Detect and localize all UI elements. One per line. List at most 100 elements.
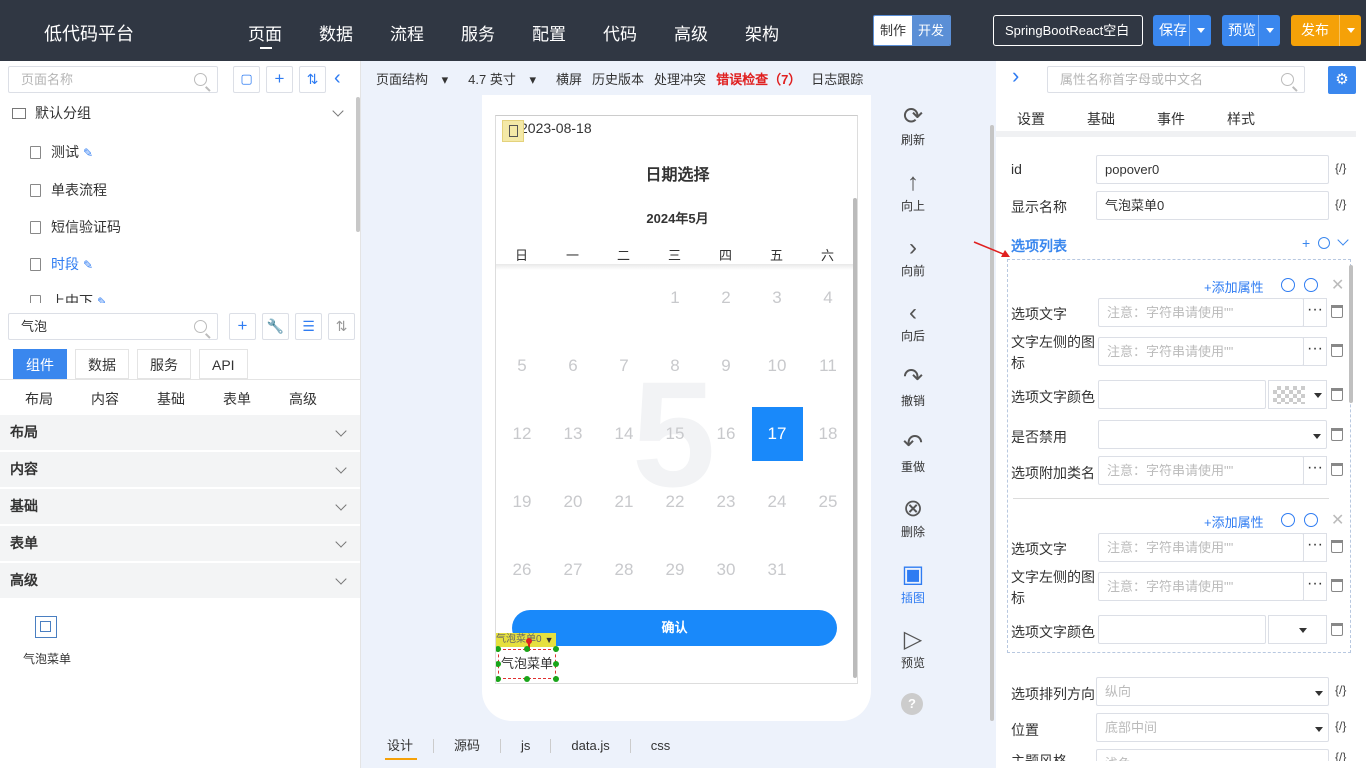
subtab-content[interactable]: 内容 (91, 389, 157, 409)
nav-flow[interactable]: 流程 (390, 20, 424, 45)
option-menu-icon[interactable] (1318, 237, 1330, 249)
calendar-day[interactable]: 24 (752, 475, 803, 529)
text-color-input[interactable] (1098, 380, 1266, 409)
class-name-input[interactable]: 注意：字符串请使用"" (1098, 456, 1304, 485)
subtab-advanced[interactable]: 高级 (289, 389, 355, 409)
trash-icon[interactable] (1331, 540, 1343, 553)
edit-icon[interactable]: ✎ (83, 258, 93, 272)
nav-advanced[interactable]: 高级 (674, 20, 708, 45)
calendar-day[interactable]: 21 (599, 475, 650, 529)
tab-components[interactable]: 组件 (13, 349, 67, 379)
nav-service[interactable]: 服务 (461, 20, 495, 45)
option-text-input[interactable]: 注意：字符串请使用"" (1098, 298, 1304, 327)
component-search-input[interactable]: 气泡 (8, 313, 218, 340)
code-toggle[interactable]: {/} (1335, 683, 1346, 697)
code-toggle[interactable]: {/} (1335, 750, 1346, 761)
close-icon[interactable]: ✕ (1331, 510, 1344, 530)
tab-js[interactable]: js (501, 739, 552, 753)
more-icon[interactable]: ··· (1303, 533, 1327, 562)
code-toggle[interactable]: {/} (1335, 197, 1346, 211)
wrench-icon[interactable]: 🔧 (262, 313, 289, 340)
tab-source[interactable]: 源码 (434, 739, 502, 753)
save-button[interactable]: 保存 (1153, 15, 1211, 46)
calendar-day[interactable]: 4 (803, 271, 854, 325)
nav-architecture[interactable]: 架构 (745, 20, 779, 45)
calendar-day[interactable]: 15 (650, 407, 701, 461)
options-scrollbar[interactable] (1349, 265, 1353, 403)
landscape-button[interactable]: 横屏 (556, 69, 582, 88)
list-sort-icon[interactable]: ☰ (295, 313, 322, 340)
calendar-day[interactable]: 8 (650, 339, 701, 393)
calendar-day[interactable]: 19 (497, 475, 548, 529)
resize-handle[interactable] (524, 646, 530, 652)
add-page-button[interactable]: + (266, 66, 293, 93)
calendar-day[interactable]: 22 (650, 475, 701, 529)
tool-insert-image[interactable]: ▣ 插图 (889, 561, 937, 606)
popover-component-label[interactable]: 气泡菜单 (23, 650, 71, 667)
page-list-scrollbar[interactable] (356, 97, 360, 232)
more-icon[interactable]: ··· (1303, 298, 1327, 327)
close-icon[interactable]: ✕ (1331, 275, 1344, 295)
calendar-day[interactable]: 6 (548, 339, 599, 393)
code-toggle[interactable]: {/} (1335, 161, 1346, 175)
page-item[interactable]: 短信验证码 (30, 217, 121, 237)
log-trace-button[interactable]: 日志跟踪 (811, 69, 863, 88)
tab-data[interactable]: 数据 (75, 349, 129, 379)
add-component-button[interactable]: + (229, 313, 256, 340)
popover-component-icon[interactable] (35, 616, 57, 638)
collapse-left-icon[interactable]: ‹ (334, 67, 341, 90)
tool-delete[interactable]: ⊗ 删除 (889, 495, 937, 540)
publish-dropdown-icon[interactable] (1339, 15, 1361, 46)
resize-handle[interactable] (553, 676, 559, 682)
trash-icon[interactable] (1331, 305, 1343, 318)
tab-settings[interactable]: 设置 (1017, 109, 1087, 129)
resize-handle[interactable] (496, 646, 501, 652)
more-icon[interactable]: ··· (1303, 572, 1327, 601)
page-item[interactable]: 单表流程 (30, 180, 107, 200)
tab-style[interactable]: 样式 (1227, 109, 1297, 129)
nav-config[interactable]: 配置 (532, 20, 566, 45)
calendar-day[interactable]: 5 (497, 339, 548, 393)
calendar-day[interactable]: 7 (599, 339, 650, 393)
tab-design[interactable]: 设计 (387, 739, 435, 753)
theme-select[interactable]: 浅色 (1096, 749, 1329, 761)
conflict-button[interactable]: 处理冲突 (654, 69, 706, 88)
calendar-day[interactable]: 18 (803, 407, 854, 461)
help-icon[interactable]: ? (901, 693, 923, 715)
calendar-day[interactable]: 23 (701, 475, 752, 529)
tool-preview[interactable]: ▷ 预览 (889, 626, 937, 671)
calendar-day[interactable]: 30 (701, 543, 752, 597)
move-down-icon[interactable] (1304, 513, 1318, 527)
section-form[interactable]: 表单 (0, 526, 360, 561)
subtab-form[interactable]: 表单 (223, 389, 289, 409)
nav-data[interactable]: 数据 (319, 20, 353, 45)
section-content[interactable]: 内容 (0, 452, 360, 487)
calendar-day[interactable]: 1 (650, 271, 701, 325)
section-basic[interactable]: 基础 (0, 489, 360, 524)
error-check-button[interactable]: 错误检查（7） (716, 69, 801, 88)
nav-code[interactable]: 代码 (603, 20, 637, 45)
mode-dev[interactable]: 开发 (912, 16, 950, 45)
move-up-icon[interactable] (1281, 278, 1295, 292)
page-item[interactable]: 上中下 ✎ (30, 291, 107, 303)
resize-handle[interactable] (496, 676, 501, 682)
calendar-day[interactable]: 31 (752, 543, 803, 597)
more-icon[interactable]: ··· (1303, 337, 1327, 366)
page-structure-button[interactable]: 页面结构 ▾ (376, 69, 458, 88)
calendar-day[interactable]: 26 (497, 543, 548, 597)
trash-icon[interactable] (1331, 388, 1343, 401)
trash-icon[interactable] (1331, 579, 1343, 592)
calendar-day[interactable]: 10 (752, 339, 803, 393)
id-input[interactable]: popover0 (1096, 155, 1329, 184)
calendar-day[interactable]: 25 (803, 475, 854, 529)
screen-size-select[interactable]: 4.7 英寸 ▾ (468, 69, 546, 88)
resize-handle[interactable] (524, 676, 530, 682)
calendar-day[interactable]: 9 (701, 339, 752, 393)
calendar-day[interactable]: 12 (497, 407, 548, 461)
tool-redo[interactable]: ↶ 重做 (889, 430, 937, 475)
project-select[interactable]: SpringBootReact空白 (993, 15, 1143, 46)
subtab-basic[interactable]: 基础 (157, 389, 223, 409)
calendar-day[interactable]: 11 (803, 339, 854, 393)
publish-button[interactable]: 发布 (1291, 15, 1361, 46)
tool-forward[interactable]: › 向前 (889, 234, 937, 279)
